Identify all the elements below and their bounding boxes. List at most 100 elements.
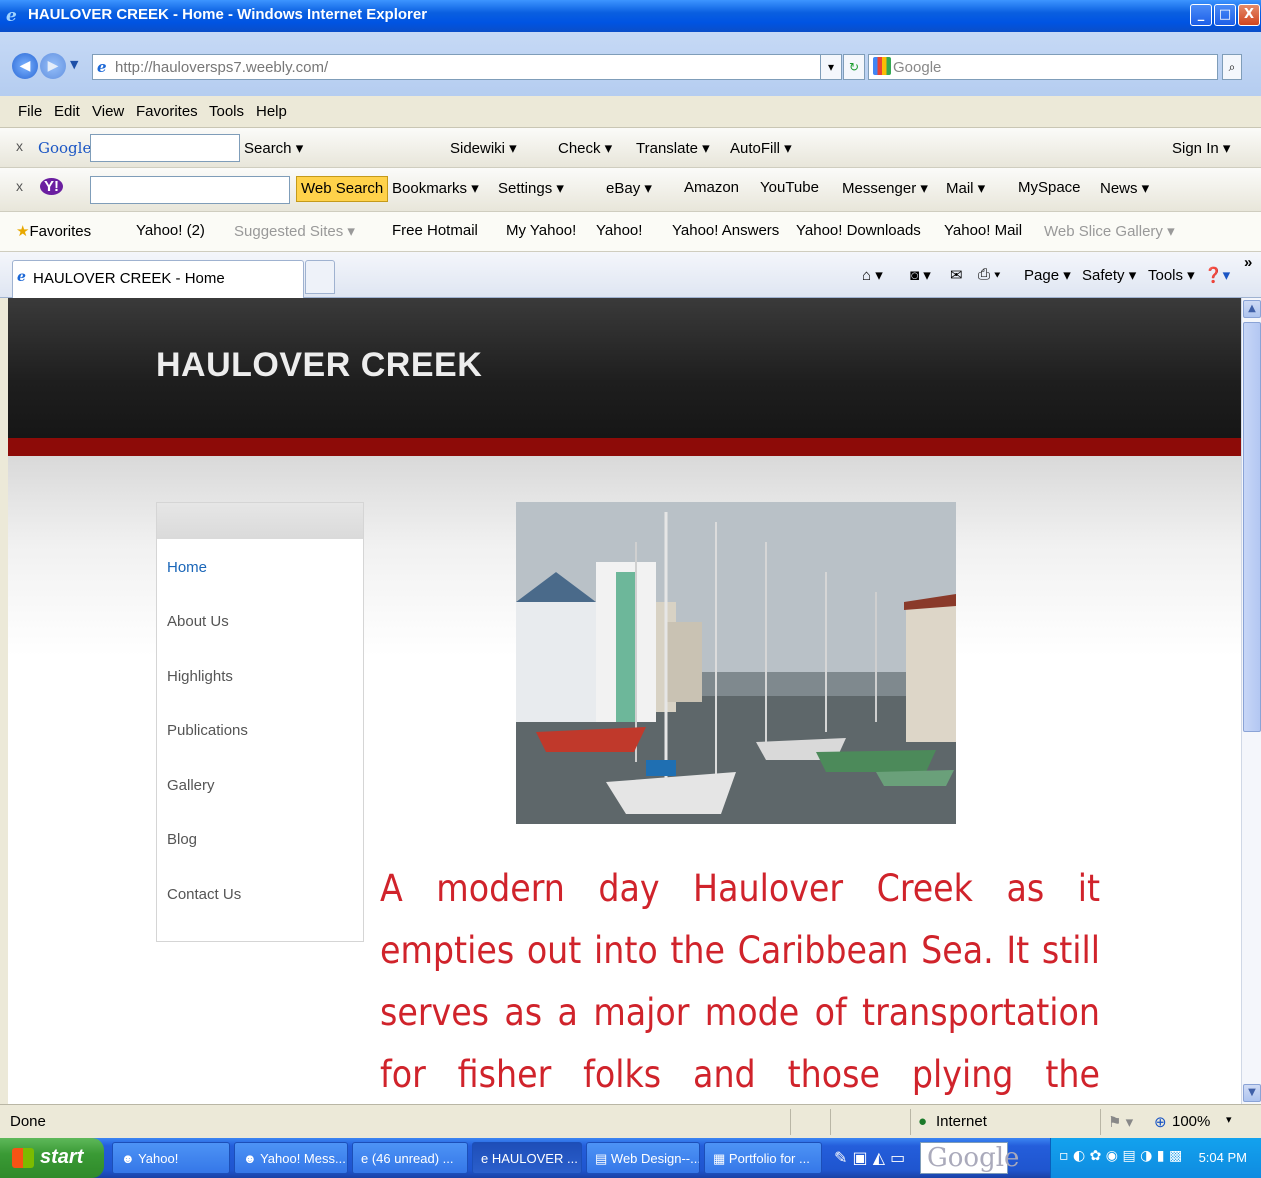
- autofill-button[interactable]: AutoFill ▾: [730, 139, 792, 157]
- bookmarks-button[interactable]: Bookmarks ▾: [392, 179, 479, 197]
- nav-gallery[interactable]: Gallery: [167, 777, 215, 794]
- start-label: start: [40, 1146, 84, 1168]
- translate-button[interactable]: Translate ▾: [636, 139, 710, 157]
- myspace-button[interactable]: MySpace: [1018, 179, 1081, 196]
- check-button[interactable]: Check ▾: [558, 139, 612, 157]
- fav-yahoo-downloads[interactable]: Yahoo! Downloads: [796, 222, 921, 239]
- page-icon: e: [97, 58, 107, 76]
- site-title[interactable]: HAULOVER CREEK: [156, 346, 482, 385]
- sidebar-nav: Home About Us Highlights Publications Ga…: [156, 502, 364, 942]
- vertical-scrollbar[interactable]: ▲ ▼: [1241, 298, 1261, 1104]
- scroll-thumb[interactable]: [1243, 322, 1261, 732]
- menu-favorites[interactable]: Favorites: [136, 103, 198, 120]
- sign-in-button[interactable]: Sign In ▾: [1172, 139, 1230, 157]
- nav-blog[interactable]: Blog: [167, 831, 197, 848]
- quick-launch-icons[interactable]: ✎ ▣ ◭ ▭: [834, 1148, 905, 1167]
- taskbar-item-label: HAULOVER ...: [491, 1151, 578, 1166]
- tab-label: HAULOVER CREEK - Home: [33, 270, 225, 287]
- taskbar-item-label: Yahoo! Mess...: [260, 1151, 346, 1166]
- protected-mode-icon[interactable]: ⚑ ▾: [1108, 1113, 1133, 1131]
- maximize-button[interactable]: □: [1214, 4, 1236, 26]
- news-button[interactable]: News ▾: [1100, 179, 1149, 197]
- taskbar-item-haulover[interactable]: e HAULOVER ...: [472, 1142, 582, 1174]
- zoom-level[interactable]: 100%: [1172, 1113, 1210, 1130]
- refresh-button[interactable]: ↻: [843, 54, 865, 80]
- fav-suggested-sites[interactable]: Suggested Sites ▾: [234, 222, 355, 240]
- taskbar-google-search[interactable]: Google: [920, 1142, 1019, 1174]
- start-button[interactable]: start: [0, 1138, 104, 1178]
- nav-about-us[interactable]: About Us: [167, 613, 229, 630]
- close-toolbar-icon[interactable]: x: [16, 138, 23, 154]
- harbor-scene-image: [516, 502, 956, 824]
- recent-pages-dropdown-icon[interactable]: ▼: [70, 58, 78, 71]
- amazon-button[interactable]: Amazon: [684, 179, 739, 196]
- close-toolbar-icon[interactable]: x: [16, 178, 23, 194]
- new-tab-button[interactable]: [305, 260, 335, 294]
- nav-highlights[interactable]: Highlights: [167, 668, 233, 685]
- mail-button[interactable]: Mail ▾: [946, 179, 985, 197]
- google-search-input[interactable]: [90, 134, 240, 162]
- menu-edit[interactable]: Edit: [54, 103, 80, 120]
- search-go-button[interactable]: ⌕: [1222, 54, 1242, 80]
- menu-tools[interactable]: Tools: [209, 103, 244, 120]
- google-search-button[interactable]: Search ▾: [244, 139, 303, 157]
- fav-web-slice-gallery[interactable]: Web Slice Gallery ▾: [1044, 222, 1175, 240]
- read-mail-icon[interactable]: ✉: [950, 266, 963, 284]
- messenger-button[interactable]: Messenger ▾: [842, 179, 928, 197]
- sidewiki-button[interactable]: Sidewiki ▾: [450, 139, 517, 157]
- fav-yahoo-2[interactable]: Yahoo! (2): [136, 222, 205, 239]
- tray-icons[interactable]: ▫ ◐ ✿ ◉ ▤ ◑ ▮ ▩: [1059, 1148, 1182, 1164]
- yahoo-logo-icon[interactable]: Y!: [40, 178, 63, 195]
- fav-yahoo-mail[interactable]: Yahoo! Mail: [944, 222, 1022, 239]
- menu-view[interactable]: View: [92, 103, 124, 120]
- yahoo-search-input[interactable]: [90, 176, 290, 204]
- back-button[interactable]: ◀: [12, 53, 38, 79]
- tab-haulover-home[interactable]: e HAULOVER CREEK - Home: [12, 260, 304, 298]
- tab-row: e HAULOVER CREEK - Home ⌂ ▾ ◙ ▾ ✉ ⎙ ▾ Pa…: [0, 252, 1261, 298]
- forward-button[interactable]: ▶: [40, 53, 66, 79]
- youtube-button[interactable]: YouTube: [760, 179, 819, 196]
- menu-help[interactable]: Help: [256, 103, 287, 120]
- chevron-more-icon[interactable]: »: [1244, 254, 1252, 271]
- taskbar-item-yahoo[interactable]: ☻ Yahoo!: [112, 1142, 230, 1174]
- fav-my-yahoo[interactable]: My Yahoo!: [506, 222, 576, 239]
- fav-yahoo[interactable]: Yahoo!: [596, 222, 642, 239]
- nav-publications[interactable]: Publications: [167, 722, 248, 739]
- feeds-icon[interactable]: ◙ ▾: [910, 266, 931, 284]
- status-divider: [910, 1109, 911, 1135]
- menu-file[interactable]: File: [18, 103, 42, 120]
- taskbar-item-portfolio[interactable]: ▦ Portfolio for ...: [704, 1142, 822, 1174]
- taskbar-item-label: (46 unread) ...: [371, 1151, 454, 1166]
- fav-free-hotmail[interactable]: Free Hotmail: [392, 222, 478, 239]
- yahoo-web-search-button[interactable]: Web Search: [296, 176, 389, 202]
- taskbar-item-unread[interactable]: e (46 unread) ...: [352, 1142, 468, 1174]
- page-menu[interactable]: Page ▾: [1024, 266, 1071, 284]
- zoom-icon: ⊕: [1154, 1114, 1167, 1131]
- photo-caption: A modern day Haulover Creek as it emptie…: [380, 867, 1100, 1096]
- window-titlebar[interactable]: e HAULOVER CREEK - Home - Windows Intern…: [0, 0, 1261, 32]
- print-icon[interactable]: ⎙ ▾: [978, 266, 1000, 283]
- nav-home[interactable]: Home: [167, 559, 207, 576]
- help-icon[interactable]: ❓▾: [1204, 266, 1230, 284]
- home-icon[interactable]: ⌂ ▾: [862, 266, 883, 284]
- scroll-up-arrow-icon[interactable]: ▲: [1243, 300, 1261, 318]
- close-button[interactable]: X: [1238, 4, 1260, 26]
- safety-menu[interactable]: Safety ▾: [1082, 266, 1136, 284]
- zoom-dropdown-icon[interactable]: ▾: [1226, 1113, 1232, 1126]
- address-dropdown-button[interactable]: ▾: [820, 54, 842, 80]
- search-box[interactable]: Google: [868, 54, 1218, 80]
- status-divider: [1100, 1109, 1101, 1135]
- settings-button[interactable]: Settings ▾: [498, 179, 564, 197]
- nav-contact-us[interactable]: Contact Us: [167, 886, 241, 903]
- windows-logo-icon: [12, 1148, 34, 1168]
- fav-yahoo-answers[interactable]: Yahoo! Answers: [672, 222, 779, 239]
- scroll-down-arrow-icon[interactable]: ▼: [1243, 1084, 1261, 1102]
- address-bar[interactable]: e http://hauloversps7.weebly.com/: [92, 54, 834, 80]
- taskbar-item-yahoo-messenger[interactable]: ☻ Yahoo! Mess...: [234, 1142, 348, 1174]
- tools-menu[interactable]: Tools ▾: [1148, 266, 1195, 284]
- sidebar-header: [157, 503, 363, 539]
- minimize-button[interactable]: _: [1190, 4, 1212, 26]
- favorites-button[interactable]: ★Favorites: [16, 222, 91, 240]
- taskbar-item-web-design[interactable]: ▤ Web Design--...: [586, 1142, 700, 1174]
- ebay-button[interactable]: eBay ▾: [606, 179, 652, 197]
